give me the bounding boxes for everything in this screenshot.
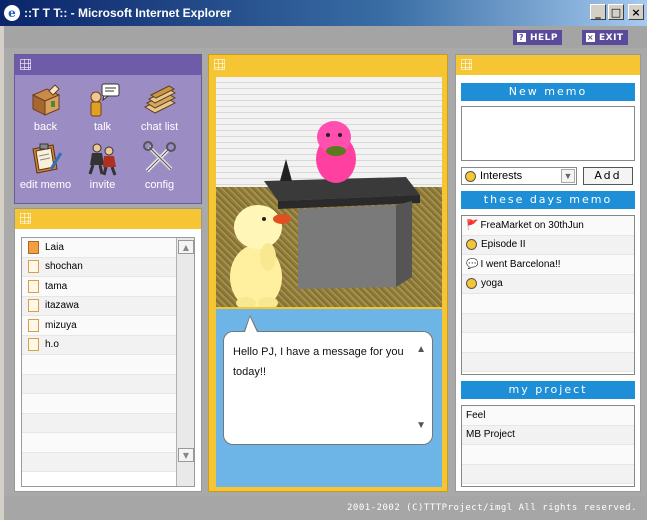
interest-select[interactable]: Interests ▼: [461, 167, 577, 185]
speech-icon: 💬: [466, 258, 479, 270]
these-days-title: these days memo: [461, 191, 635, 209]
flag-icon: 🚩: [466, 219, 479, 231]
empty-row: [462, 352, 634, 372]
chevron-down-icon[interactable]: ▼: [561, 169, 575, 183]
scroll-down-icon[interactable]: ▼: [416, 416, 426, 436]
menu-invite[interactable]: invite: [74, 137, 131, 191]
menu-edit-memo[interactable]: edit memo: [17, 137, 74, 191]
buddy-icon: [28, 299, 39, 313]
exit-label: EXIT: [599, 32, 624, 43]
empty-row: [22, 433, 194, 453]
list-item[interactable]: MB Project: [462, 425, 634, 445]
help-label: HELP: [530, 32, 559, 43]
grid-icon: [461, 59, 472, 70]
exit-icon: ×: [586, 33, 595, 42]
buddy-icon: [28, 279, 39, 293]
interest-selected: Interests: [480, 170, 523, 182]
grid-icon: [214, 59, 225, 70]
smile-icon: [466, 239, 477, 251]
list-item[interactable]: Laia: [22, 238, 194, 258]
scene-panel-header: [209, 55, 447, 75]
list-item[interactable]: itazawa: [22, 296, 194, 316]
chat-message: Hello PJ, I have a message for you today…: [233, 346, 404, 378]
interest-row: Interests ▼ Add: [461, 167, 633, 185]
bubble-tail-inner: [245, 317, 257, 332]
help-button[interactable]: ? HELP: [513, 30, 563, 45]
talk-icon: [84, 79, 122, 121]
clipboard-icon: [27, 137, 65, 179]
right-panel-header: [456, 55, 640, 75]
menu-grid: back talk chat list edit memo invite con…: [15, 75, 201, 191]
empty-row: [462, 445, 634, 465]
menu-panel: back talk chat list edit memo invite con…: [14, 54, 202, 204]
list-item[interactable]: shochan: [22, 257, 194, 277]
ie-icon: e: [4, 5, 20, 21]
window-titlebar: e ::T T T:: - Microsoft Internet Explore…: [0, 0, 647, 26]
list-item[interactable]: 🚩 FreaMarket on 30thJun: [462, 216, 634, 236]
project-list: Feel MB Project: [461, 405, 635, 487]
list-item[interactable]: h.o: [22, 335, 194, 355]
empty-row: [22, 452, 194, 472]
window-title: ::T T T:: - Microsoft Internet Explorer: [24, 6, 232, 20]
help-icon: ?: [517, 33, 526, 42]
new-memo-title: New memo: [461, 83, 635, 101]
my-project-title: my project: [461, 381, 635, 399]
menu-back[interactable]: back: [17, 79, 74, 133]
buddy-icon: [28, 260, 39, 274]
grid-icon: [20, 213, 31, 224]
empty-row: [22, 374, 194, 394]
menu-panel-header: [15, 55, 201, 75]
menu-talk[interactable]: talk: [74, 79, 131, 133]
list-item[interactable]: tama: [22, 277, 194, 297]
buddy-panel: Laia shochan tama itazawa mizuya h.o ▲ ▼: [14, 208, 202, 492]
buddy-icon: [28, 318, 39, 332]
close-button[interactable]: ×: [628, 4, 644, 20]
empty-row: [22, 394, 194, 414]
list-item[interactable]: Episode II: [462, 235, 634, 255]
box-icon: [27, 79, 65, 121]
window-controls: _ □ ×: [590, 4, 644, 20]
list-item[interactable]: mizuya: [22, 316, 194, 336]
smile-icon: [465, 170, 476, 182]
chat-scene: [216, 77, 442, 307]
empty-row: [462, 294, 634, 314]
empty-row: [462, 464, 634, 484]
buddy-list: Laia shochan tama itazawa mizuya h.o ▲ ▼: [21, 237, 195, 487]
buddy-icon: [28, 338, 39, 352]
buddy-scrollbar[interactable]: ▲ ▼: [176, 238, 194, 486]
scroll-up-icon[interactable]: ▲: [178, 240, 194, 254]
tools-icon: [141, 137, 179, 179]
scroll-down-icon[interactable]: ▼: [178, 448, 194, 462]
footer-copyright: 2001-2002 (C)TTTProject/imgl All rights …: [4, 496, 647, 520]
smile-icon: [466, 278, 477, 290]
list-item[interactable]: Feel: [462, 406, 634, 426]
scene-illustration: [230, 121, 420, 307]
folder-stack-icon: [141, 79, 179, 121]
chat-bubble: Hello PJ, I have a message for you today…: [223, 331, 433, 445]
buddy-icon: [28, 240, 39, 254]
menu-chat-list[interactable]: chat list: [131, 79, 188, 133]
maximize-button[interactable]: □: [608, 4, 624, 20]
grid-icon: [20, 59, 31, 70]
empty-row: [462, 333, 634, 353]
exit-button[interactable]: × EXIT: [582, 30, 628, 45]
scroll-up-icon[interactable]: ▲: [416, 340, 426, 360]
scene-panel: Hello PJ, I have a message for you today…: [208, 54, 448, 492]
add-button[interactable]: Add: [583, 167, 633, 185]
menu-config[interactable]: config: [131, 137, 188, 191]
chat-area: Hello PJ, I have a message for you today…: [216, 309, 442, 487]
list-item[interactable]: yoga: [462, 274, 634, 294]
these-days-list: 🚩 FreaMarket on 30thJun Episode II 💬 I wen…: [461, 215, 635, 375]
empty-row: [22, 413, 194, 433]
right-panel: New memo Interests ▼ Add these days memo…: [455, 54, 641, 492]
empty-row: [462, 313, 634, 333]
memo-input[interactable]: [461, 106, 635, 161]
minimize-button[interactable]: _: [590, 4, 606, 20]
empty-row: [22, 355, 194, 375]
list-item[interactable]: 💬 I went Barcelona!!: [462, 255, 634, 275]
buddy-panel-header: [15, 209, 201, 229]
people-icon: [84, 137, 122, 179]
